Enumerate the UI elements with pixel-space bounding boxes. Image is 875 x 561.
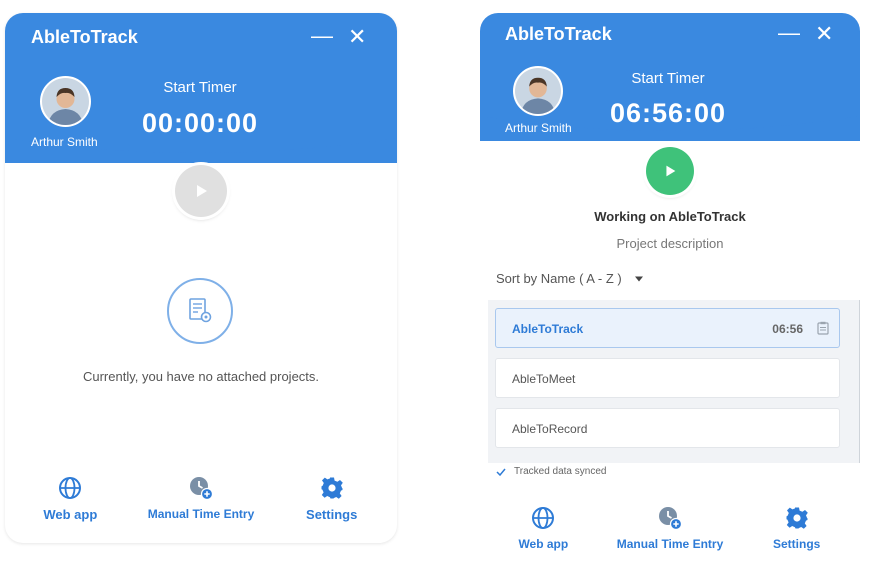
start-timer-button[interactable] <box>175 165 227 217</box>
project-name: AbleToTrack <box>512 322 584 336</box>
nav-web-app[interactable]: Web app <box>5 475 136 522</box>
current-project-title: Working on AbleToTrack <box>594 209 746 224</box>
nav-label: Web app <box>518 537 569 551</box>
user-name: Arthur Smith <box>31 135 98 149</box>
project-name: AbleToRecord <box>512 422 588 436</box>
nav-manual-time-entry[interactable]: Manual Time Entry <box>136 475 267 522</box>
user-name: Arthur Smith <box>505 121 572 135</box>
play-icon <box>197 185 207 197</box>
nav-manual-time-entry[interactable]: Manual Time Entry <box>607 505 734 551</box>
timer-label: Start Timer <box>631 70 705 87</box>
bottom-nav: Web app Manual Time Entry Settings <box>480 505 860 551</box>
project-time: 06:56 <box>772 322 803 336</box>
clipboard-icon[interactable] <box>817 321 829 335</box>
no-projects-icon <box>167 278 233 344</box>
timer-window-running: AbleToTrack — ✕ Arthur Smith Start Timer… <box>480 13 860 561</box>
sync-status: Tracked data synced <box>496 466 606 477</box>
sort-dropdown[interactable]: Sort by Name ( A - Z ) <box>496 271 644 286</box>
minimize-button[interactable]: — <box>311 25 333 47</box>
nav-web-app[interactable]: Web app <box>480 505 607 551</box>
nav-settings[interactable]: Settings <box>733 505 860 551</box>
nav-settings[interactable]: Settings <box>266 475 397 522</box>
globe-icon <box>532 507 555 529</box>
sync-status-text: Tracked data synced <box>514 466 607 477</box>
project-item[interactable]: AbleToRecord <box>495 408 840 448</box>
gear-icon <box>321 477 343 499</box>
timer-window-idle: AbleToTrack — ✕ Arthur Smith Start Timer… <box>5 13 397 543</box>
nav-label: Manual Time Entry <box>147 507 255 521</box>
app-title: AbleToTrack <box>505 24 612 44</box>
nav-label: Settings <box>773 537 821 551</box>
project-description: Project description <box>616 236 724 251</box>
globe-icon <box>59 477 82 499</box>
nav-label: Web app <box>43 507 98 522</box>
stop-timer-button[interactable] <box>646 147 694 195</box>
caret-down-icon <box>634 276 643 281</box>
timer-display: 00:00:00 <box>141 108 259 138</box>
avatar <box>513 66 563 116</box>
bottom-nav: Web app Manual Time Entry Settings <box>5 475 397 522</box>
nav-label: Manual Time Entry <box>616 537 724 551</box>
nav-label: Settings <box>306 507 358 522</box>
gear-icon <box>786 507 808 529</box>
check-icon <box>496 468 506 476</box>
project-name: AbleToMeet <box>512 372 576 386</box>
timer-display: 06:56:00 <box>609 98 727 128</box>
minimize-button[interactable]: — <box>778 22 800 44</box>
play-icon <box>666 165 676 177</box>
clock-plus-icon <box>190 477 214 501</box>
close-button[interactable]: ✕ <box>815 23 833 45</box>
timer-label: Start Timer <box>163 79 237 96</box>
scrollbar[interactable] <box>859 300 860 463</box>
app-title: AbleToTrack <box>31 27 138 47</box>
close-button[interactable]: ✕ <box>348 26 366 48</box>
project-list: AbleToTrack 06:56 AbleToMeet AbleToRecor… <box>488 300 860 463</box>
empty-projects-message: Currently, you have no attached projects… <box>82 369 320 384</box>
clock-plus-icon <box>659 507 683 531</box>
avatar <box>40 76 91 127</box>
document-gear-icon <box>189 298 212 323</box>
project-item[interactable]: AbleToMeet <box>495 358 840 398</box>
sort-label: Sort by Name ( A - Z ) <box>496 271 622 286</box>
project-item[interactable]: AbleToTrack 06:56 <box>495 308 840 348</box>
